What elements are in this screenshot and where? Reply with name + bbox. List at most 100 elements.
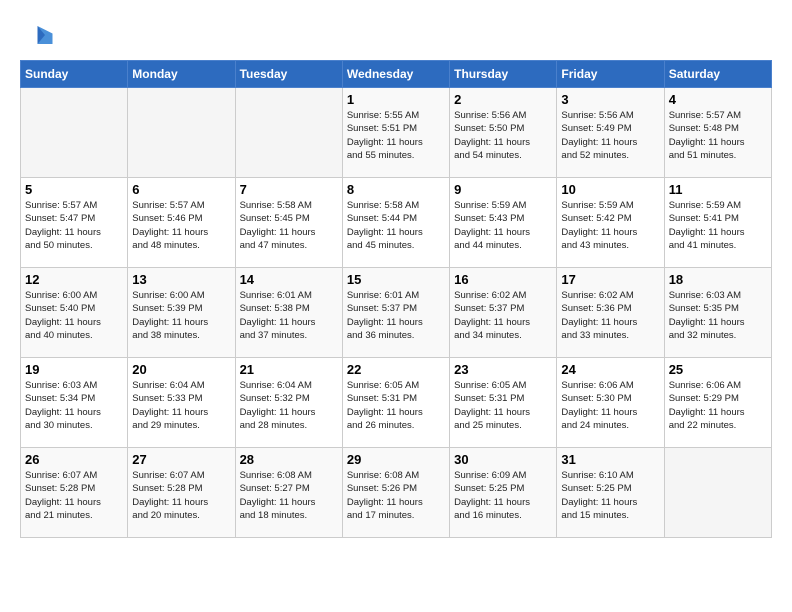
day-number: 26 (25, 452, 123, 467)
weekday-header-tuesday: Tuesday (235, 61, 342, 88)
calendar-cell: 31Sunrise: 6:10 AM Sunset: 5:25 PM Dayli… (557, 448, 664, 538)
calendar-cell: 12Sunrise: 6:00 AM Sunset: 5:40 PM Dayli… (21, 268, 128, 358)
day-info: Sunrise: 6:05 AM Sunset: 5:31 PM Dayligh… (454, 379, 552, 432)
calendar-table: SundayMondayTuesdayWednesdayThursdayFrid… (20, 60, 772, 538)
day-number: 29 (347, 452, 445, 467)
day-number: 17 (561, 272, 659, 287)
day-info: Sunrise: 5:57 AM Sunset: 5:47 PM Dayligh… (25, 199, 123, 252)
day-number: 7 (240, 182, 338, 197)
day-number: 11 (669, 182, 767, 197)
day-number: 25 (669, 362, 767, 377)
calendar-week-4: 19 Sunrise: 6:03 AM Sunset: 5:34 PM Dayli… (21, 358, 772, 448)
calendar-cell: 30 Sunrise: 6:09 AM Sunset: 5:25 PM Dayli… (450, 448, 557, 538)
day-number: 21 (240, 362, 338, 377)
day-info: Sunrise: 5:58 AM Sunset: 5:44 PM Dayligh… (347, 199, 445, 252)
day-number: 23 (454, 362, 552, 377)
calendar-week-3: 12Sunrise: 6:00 AM Sunset: 5:40 PM Dayli… (21, 268, 772, 358)
day-number: 30 (454, 452, 552, 467)
calendar-cell: 28Sunrise: 6:08 AM Sunset: 5:27 PM Dayli… (235, 448, 342, 538)
day-info: Sunrise: 6:00 AM Sunset: 5:39 PM Dayligh… (132, 289, 230, 342)
day-number: 16 (454, 272, 552, 287)
calendar-cell: 11 Sunrise: 5:59 AM Sunset: 5:41 PM Dayli… (664, 178, 771, 268)
day-number: 18 (669, 272, 767, 287)
calendar-cell: 24 Sunrise: 6:06 AM Sunset: 5:30 PM Dayli… (557, 358, 664, 448)
day-info: Sunrise: 6:03 AM Sunset: 5:34 PM Dayligh… (25, 379, 123, 432)
calendar-cell: 20 Sunrise: 6:04 AM Sunset: 5:33 PM Dayli… (128, 358, 235, 448)
day-info: Sunrise: 5:56 AM Sunset: 5:50 PM Dayligh… (454, 109, 552, 162)
calendar-cell: 21Sunrise: 6:04 AM Sunset: 5:32 PM Dayli… (235, 358, 342, 448)
logo-icon (24, 20, 54, 50)
calendar-cell: 17 Sunrise: 6:02 AM Sunset: 5:36 PM Dayli… (557, 268, 664, 358)
day-number: 15 (347, 272, 445, 287)
day-info: Sunrise: 5:57 AM Sunset: 5:46 PM Dayligh… (132, 199, 230, 252)
day-number: 27 (132, 452, 230, 467)
calendar-cell: 9Sunrise: 5:59 AM Sunset: 5:43 PM Daylig… (450, 178, 557, 268)
calendar-cell: 16 Sunrise: 6:02 AM Sunset: 5:37 PM Dayli… (450, 268, 557, 358)
calendar-cell: 15 Sunrise: 6:01 AM Sunset: 5:37 PM Dayli… (342, 268, 449, 358)
day-number: 1 (347, 92, 445, 107)
day-number: 3 (561, 92, 659, 107)
day-info: Sunrise: 6:07 AM Sunset: 5:28 PM Dayligh… (132, 469, 230, 522)
day-number: 13 (132, 272, 230, 287)
day-info: Sunrise: 6:03 AM Sunset: 5:35 PM Dayligh… (669, 289, 767, 342)
calendar-cell: 7Sunrise: 5:58 AM Sunset: 5:45 PM Daylig… (235, 178, 342, 268)
day-number: 24 (561, 362, 659, 377)
day-number: 31 (561, 452, 659, 467)
day-number: 8 (347, 182, 445, 197)
day-info: Sunrise: 6:06 AM Sunset: 5:30 PM Dayligh… (561, 379, 659, 432)
weekday-header-sunday: Sunday (21, 61, 128, 88)
day-number: 9 (454, 182, 552, 197)
day-number: 20 (132, 362, 230, 377)
calendar-cell: 2 Sunrise: 5:56 AM Sunset: 5:50 PM Daylig… (450, 88, 557, 178)
day-number: 6 (132, 182, 230, 197)
weekday-header-monday: Monday (128, 61, 235, 88)
day-number: 14 (240, 272, 338, 287)
calendar-cell: 19 Sunrise: 6:03 AM Sunset: 5:34 PM Dayli… (21, 358, 128, 448)
calendar-cell: 8 Sunrise: 5:58 AM Sunset: 5:44 PM Daylig… (342, 178, 449, 268)
calendar-cell: 23 Sunrise: 6:05 AM Sunset: 5:31 PM Dayli… (450, 358, 557, 448)
day-info: Sunrise: 5:59 AM Sunset: 5:42 PM Dayligh… (561, 199, 659, 252)
day-info: Sunrise: 6:09 AM Sunset: 5:25 PM Dayligh… (454, 469, 552, 522)
day-number: 10 (561, 182, 659, 197)
calendar-cell (235, 88, 342, 178)
day-info: Sunrise: 5:55 AM Sunset: 5:51 PM Dayligh… (347, 109, 445, 162)
calendar-cell: 26 Sunrise: 6:07 AM Sunset: 5:28 PM Dayli… (21, 448, 128, 538)
day-number: 2 (454, 92, 552, 107)
day-number: 12 (25, 272, 123, 287)
day-number: 19 (25, 362, 123, 377)
weekday-header-row: SundayMondayTuesdayWednesdayThursdayFrid… (21, 61, 772, 88)
weekday-header-thursday: Thursday (450, 61, 557, 88)
calendar-cell: 29 Sunrise: 6:08 AM Sunset: 5:26 PM Dayli… (342, 448, 449, 538)
calendar-cell: 4 Sunrise: 5:57 AM Sunset: 5:48 PM Daylig… (664, 88, 771, 178)
calendar-cell: 14 Sunrise: 6:01 AM Sunset: 5:38 PM Dayli… (235, 268, 342, 358)
calendar-cell: 6 Sunrise: 5:57 AM Sunset: 5:46 PM Daylig… (128, 178, 235, 268)
calendar-cell: 3Sunrise: 5:56 AM Sunset: 5:49 PM Daylig… (557, 88, 664, 178)
calendar-cell (664, 448, 771, 538)
day-number: 5 (25, 182, 123, 197)
weekday-header-friday: Friday (557, 61, 664, 88)
day-info: Sunrise: 5:57 AM Sunset: 5:48 PM Dayligh… (669, 109, 767, 162)
day-info: Sunrise: 6:02 AM Sunset: 5:36 PM Dayligh… (561, 289, 659, 342)
calendar-cell: 18 Sunrise: 6:03 AM Sunset: 5:35 PM Dayli… (664, 268, 771, 358)
day-info: Sunrise: 6:02 AM Sunset: 5:37 PM Dayligh… (454, 289, 552, 342)
day-info: Sunrise: 6:01 AM Sunset: 5:37 PM Dayligh… (347, 289, 445, 342)
day-number: 22 (347, 362, 445, 377)
day-number: 28 (240, 452, 338, 467)
calendar-cell: 1 Sunrise: 5:55 AM Sunset: 5:51 PM Daylig… (342, 88, 449, 178)
calendar-cell: 25 Sunrise: 6:06 AM Sunset: 5:29 PM Dayli… (664, 358, 771, 448)
weekday-header-wednesday: Wednesday (342, 61, 449, 88)
calendar-cell: 10 Sunrise: 5:59 AM Sunset: 5:42 PM Dayli… (557, 178, 664, 268)
day-info: Sunrise: 6:01 AM Sunset: 5:38 PM Dayligh… (240, 289, 338, 342)
day-info: Sunrise: 6:05 AM Sunset: 5:31 PM Dayligh… (347, 379, 445, 432)
day-info: Sunrise: 6:07 AM Sunset: 5:28 PM Dayligh… (25, 469, 123, 522)
calendar-cell: 5 Sunrise: 5:57 AM Sunset: 5:47 PM Daylig… (21, 178, 128, 268)
day-number: 4 (669, 92, 767, 107)
day-info: Sunrise: 6:04 AM Sunset: 5:33 PM Dayligh… (132, 379, 230, 432)
calendar-cell (128, 88, 235, 178)
day-info: Sunrise: 6:06 AM Sunset: 5:29 PM Dayligh… (669, 379, 767, 432)
day-info: Sunrise: 6:08 AM Sunset: 5:26 PM Dayligh… (347, 469, 445, 522)
calendar-week-2: 5 Sunrise: 5:57 AM Sunset: 5:47 PM Daylig… (21, 178, 772, 268)
day-info: Sunrise: 5:59 AM Sunset: 5:41 PM Dayligh… (669, 199, 767, 252)
calendar-cell (21, 88, 128, 178)
calendar-cell: 22 Sunrise: 6:05 AM Sunset: 5:31 PM Dayli… (342, 358, 449, 448)
